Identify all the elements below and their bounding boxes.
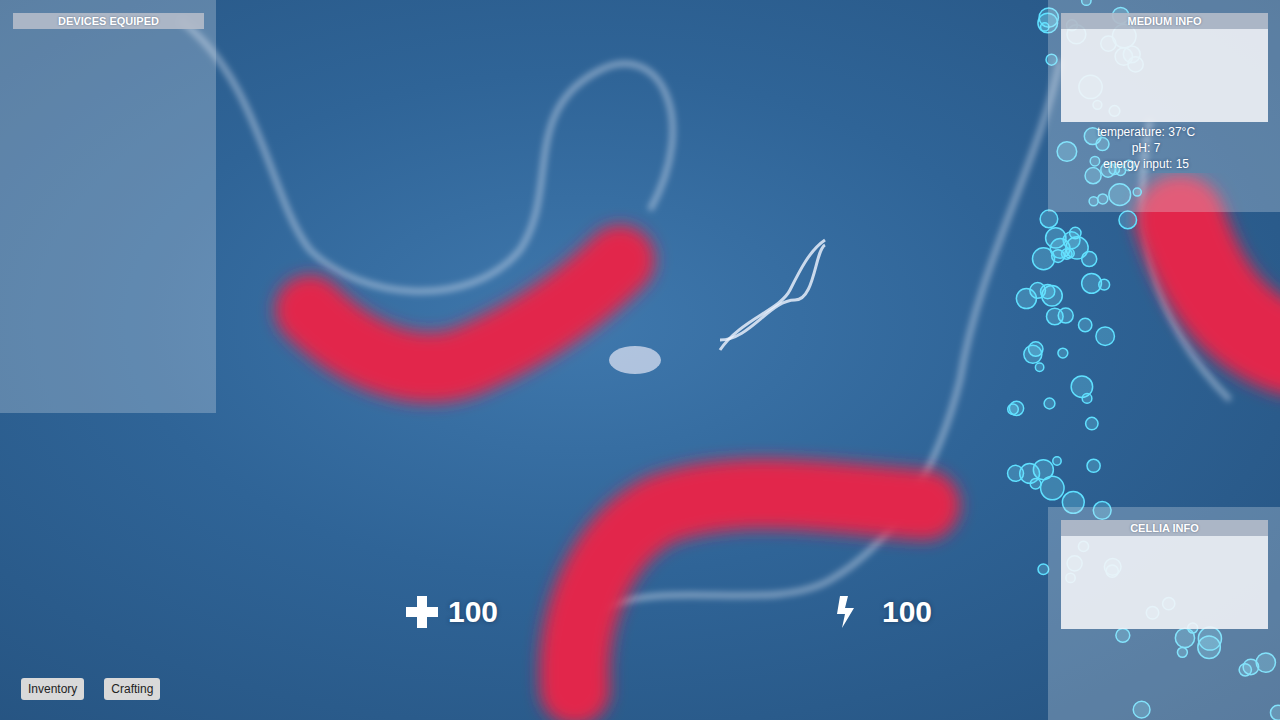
devices-panel: DEVICES EQUIPED: [0, 0, 216, 413]
panel-header: CELLIA INFO: [1061, 520, 1268, 536]
stat-value: 100: [448, 593, 498, 631]
medium-panel: MEDIUM INFO temperature: 37°CpH: 7energy …: [1048, 0, 1280, 212]
hud-button[interactable]: Crafting: [104, 678, 160, 700]
bubbles: [1008, 0, 1280, 720]
medium-info-line: pH: 7: [1132, 140, 1161, 156]
energy-stat: 100: [834, 593, 932, 631]
panel-header: DEVICES EQUIPED: [13, 13, 204, 29]
health-stat: 100: [404, 593, 498, 631]
health-icon: [404, 594, 440, 630]
cellia-panel: CELLIA INFO: [1048, 507, 1280, 720]
panel-body: [1061, 536, 1268, 629]
bacteria: [310, 220, 1280, 690]
hud-button[interactable]: Inventory: [21, 678, 84, 700]
energy-icon: [834, 594, 860, 630]
medium-info-list: temperature: 37°CpH: 7energy input: 15: [1082, 122, 1210, 172]
microbe: [609, 346, 661, 374]
panel-body: [1061, 29, 1268, 122]
medium-info-line: temperature: 37°C: [1097, 124, 1195, 140]
dna-strand: [720, 240, 825, 350]
stat-value: 100: [882, 593, 932, 631]
game-screen: DEVICES EQUIPED MEDIUM INFO temperature: 3…: [0, 0, 1280, 720]
medium-info-line: energy input: 15: [1103, 156, 1189, 172]
button-row: Inventory Crafting: [21, 678, 160, 700]
panel-header: MEDIUM INFO: [1061, 13, 1268, 29]
